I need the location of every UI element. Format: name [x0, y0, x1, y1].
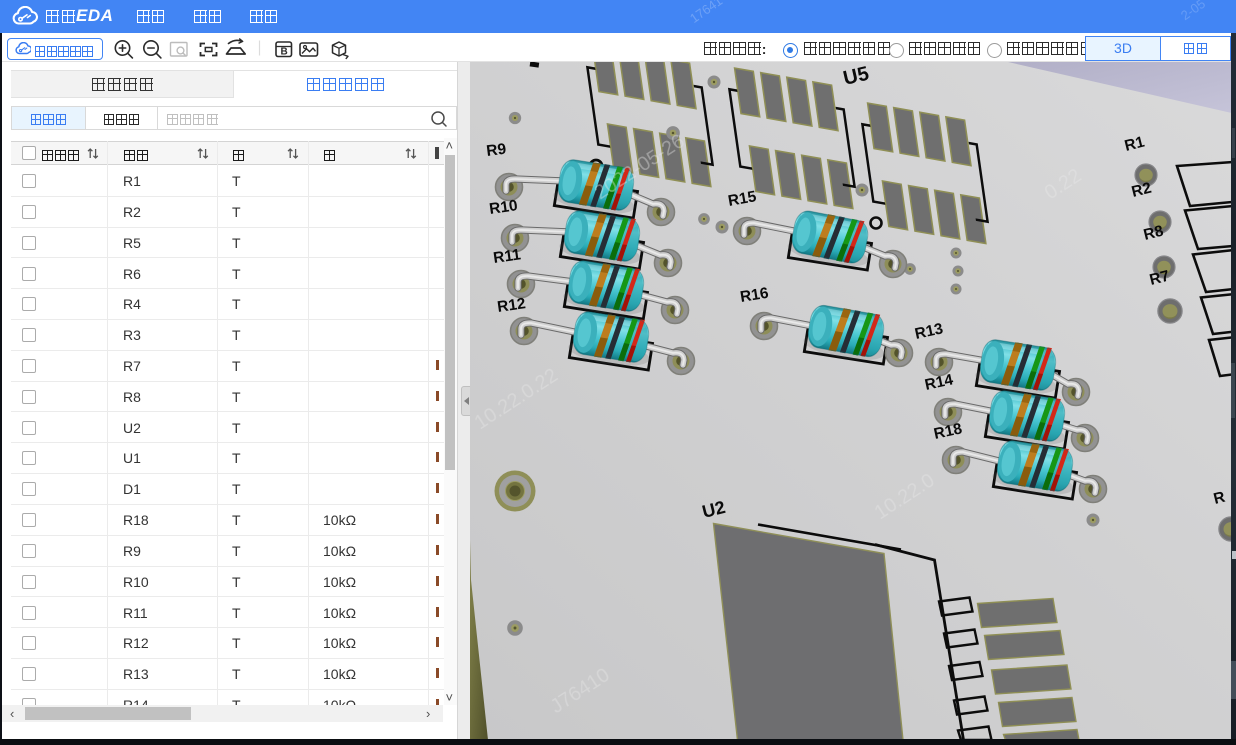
svg-text:B: B [281, 47, 288, 58]
svg-text:R9: R9 [485, 141, 507, 160]
